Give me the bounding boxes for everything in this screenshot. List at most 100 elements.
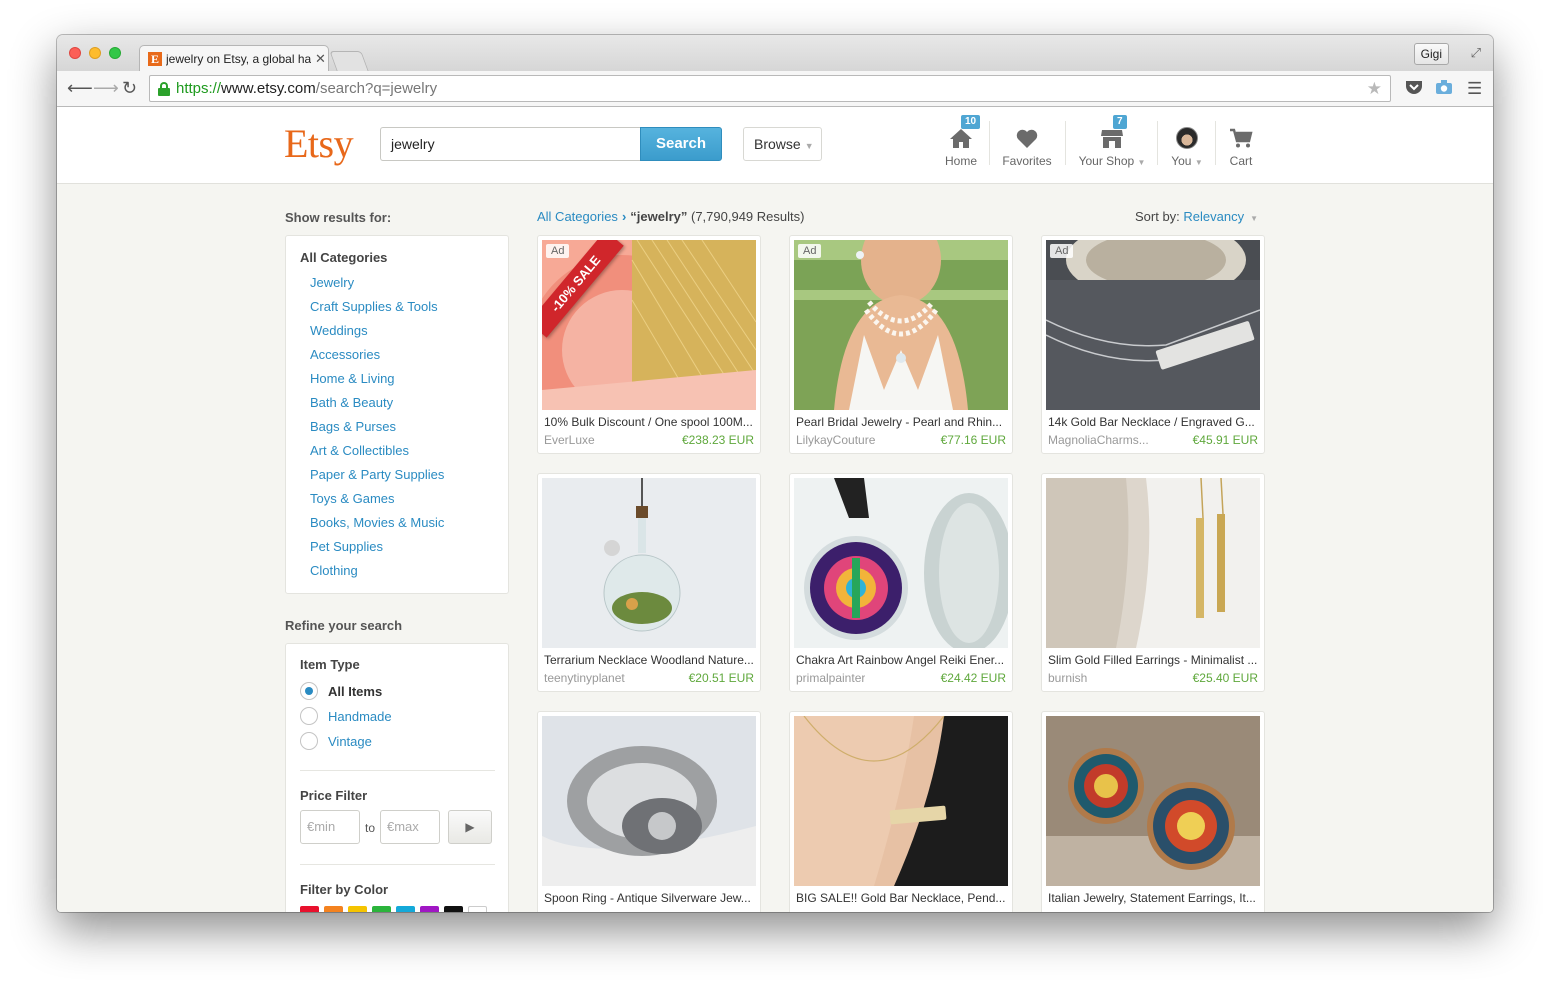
category-link[interactable]: Toys & Games <box>310 491 395 506</box>
profile-button[interactable]: Gigi <box>1413 43 1449 65</box>
color-swatch-green[interactable] <box>372 906 391 912</box>
nav-favorites[interactable]: Favorites <box>1001 121 1053 168</box>
color-swatch-red[interactable] <box>300 906 319 912</box>
color-swatch-blue[interactable] <box>396 906 415 912</box>
menu-hamburger-icon[interactable]: ☰ <box>1467 79 1482 99</box>
radio-all-items[interactable]: All Items <box>300 682 382 700</box>
listing-image[interactable] <box>542 478 756 648</box>
search-button[interactable]: Search <box>640 127 722 161</box>
listing-card[interactable]: Spoon Ring - Antique Silverware Jew... <box>537 711 761 912</box>
new-tab-button[interactable] <box>329 51 369 71</box>
category-link[interactable]: Paper & Party Supplies <box>310 467 444 482</box>
search-input[interactable]: jewelry <box>380 127 641 161</box>
listing-title[interactable]: Pearl Bridal Jewelry - Pearl and Rhin... <box>796 415 1008 429</box>
browser-tab[interactable]: E jewelry on Etsy, a global handmade ✕ <box>139 45 329 72</box>
radio-button[interactable] <box>300 707 318 725</box>
listing-image[interactable]: Ad <box>1046 240 1260 410</box>
listing-title[interactable]: BIG SALE!! Gold Bar Necklace, Pend... <box>796 891 1008 905</box>
sort-control[interactable]: Sort by: Relevancy ▼ <box>1135 209 1258 224</box>
listing-card[interactable]: Italian Jewelry, Statement Earrings, It.… <box>1041 711 1265 912</box>
radio-label: All Items <box>328 683 383 699</box>
address-bar[interactable]: https://www.etsy.com/search?q=jewelry ★ <box>149 75 1391 102</box>
listing-title[interactable]: Italian Jewelry, Statement Earrings, It.… <box>1048 891 1260 905</box>
listing-title[interactable]: 14k Gold Bar Necklace / Engraved G... <box>1048 415 1260 429</box>
listing-shop[interactable]: EverLuxe <box>544 433 595 447</box>
price-min-input[interactable]: €min <box>300 810 360 844</box>
listing-image[interactable] <box>794 716 1008 886</box>
color-swatch-purple[interactable] <box>420 906 439 912</box>
window-maximize-button[interactable] <box>109 47 121 59</box>
listing-title[interactable]: Spoon Ring - Antique Silverware Jew... <box>544 891 756 905</box>
window-minimize-button[interactable] <box>89 47 101 59</box>
listing-image[interactable] <box>1046 716 1260 886</box>
main-content: Show results for: All Categories Jewelry… <box>57 184 1493 912</box>
listing-image[interactable]: Ad <box>794 240 1008 410</box>
listing-card[interactable]: BIG SALE!! Gold Bar Necklace, Pend... <box>789 711 1013 912</box>
listing-shop[interactable]: burnish <box>1048 671 1087 685</box>
listing-title[interactable]: Chakra Art Rainbow Angel Reiki Ener... <box>796 653 1008 667</box>
item-type-heading: Item Type <box>300 657 360 672</box>
listing-image[interactable] <box>1046 478 1260 648</box>
pocket-icon[interactable] <box>1405 79 1423 99</box>
listing-title[interactable]: 10% Bulk Discount / One spool 100M... <box>544 415 756 429</box>
listing-title[interactable]: Terrarium Necklace Woodland Nature... <box>544 653 756 667</box>
forward-arrow-icon[interactable]: ⟶ <box>93 78 119 98</box>
listing-shop[interactable]: primalpainter <box>796 671 865 685</box>
color-swatch-white[interactable] <box>468 906 487 912</box>
nav-your-shop-label: Your Shop <box>1078 154 1135 168</box>
radio-button[interactable] <box>300 732 318 750</box>
listing-image[interactable] <box>794 478 1008 648</box>
chevron-down-icon: ▼ <box>804 141 814 151</box>
category-link[interactable]: Clothing <box>310 563 358 578</box>
category-link[interactable]: Accessories <box>310 347 380 362</box>
nav-home-label: Home <box>945 154 978 168</box>
category-link[interactable]: Art & Collectibles <box>310 443 409 458</box>
category-link[interactable]: Craft Supplies & Tools <box>310 299 438 314</box>
category-link[interactable]: Pet Supplies <box>310 539 383 554</box>
window-close-button[interactable] <box>69 47 81 59</box>
etsy-logo[interactable]: Etsy <box>284 120 354 167</box>
listing-image[interactable]: -10% SALE Ad <box>542 240 756 410</box>
listing-card[interactable]: Ad Pearl Bridal Jewelry - Pearl and Rhin… <box>789 235 1013 454</box>
color-swatch-yellow[interactable] <box>348 906 367 912</box>
browse-dropdown[interactable]: Browse ▼ <box>743 127 822 161</box>
category-link[interactable]: Home & Living <box>310 371 395 386</box>
nav-home[interactable]: 10 Home <box>945 115 981 168</box>
radio-button[interactable] <box>300 682 318 700</box>
price-submit-button[interactable]: ▶ <box>448 810 492 844</box>
listing-price: €77.16 EUR <box>940 433 1006 447</box>
breadcrumb-all-categories[interactable]: All Categories <box>537 209 618 224</box>
fullscreen-icon[interactable]: ⤢ <box>1471 45 1481 61</box>
category-link[interactable]: Weddings <box>310 323 368 338</box>
category-link[interactable]: Books, Movies & Music <box>310 515 444 530</box>
category-link[interactable]: Bath & Beauty <box>310 395 393 410</box>
color-swatch-black[interactable] <box>444 906 463 912</box>
radio-vintage[interactable]: Vintage <box>300 732 372 750</box>
listing-card[interactable]: Slim Gold Filled Earrings - Minimalist .… <box>1041 473 1265 692</box>
listing-shop[interactable]: LilykayCouture <box>796 433 875 447</box>
listing-image[interactable] <box>542 716 756 886</box>
nav-you[interactable]: You ▼ <box>1167 121 1207 168</box>
category-link[interactable]: Jewelry <box>310 275 354 290</box>
listing-title[interactable]: Slim Gold Filled Earrings - Minimalist .… <box>1048 653 1260 667</box>
listing-shop[interactable]: teenytinyplanet <box>544 671 625 685</box>
price-max-input[interactable]: €max <box>380 810 440 844</box>
listing-card[interactable]: Chakra Art Rainbow Angel Reiki Ener... p… <box>789 473 1013 692</box>
reload-icon[interactable]: ↻ <box>122 78 137 98</box>
back-arrow-icon[interactable]: ⟵ <box>67 78 93 98</box>
listing-shop[interactable]: MagnoliaCharms... <box>1048 433 1149 447</box>
category-link[interactable]: Bags & Purses <box>310 419 396 434</box>
sort-value[interactable]: Relevancy <box>1183 209 1244 224</box>
listing-card[interactable]: Terrarium Necklace Woodland Nature... te… <box>537 473 761 692</box>
category-all[interactable]: All Categories <box>300 250 387 265</box>
tab-close-icon[interactable]: ✕ <box>315 51 326 67</box>
listing-card[interactable]: -10% SALE Ad 10% Bulk Discount / One spo… <box>537 235 761 454</box>
listing-card[interactable]: Ad 14k Gold Bar Necklace / Engraved G...… <box>1041 235 1265 454</box>
nav-cart[interactable]: Cart <box>1225 121 1257 168</box>
radio-handmade[interactable]: Handmade <box>300 707 392 725</box>
bookmark-star-icon[interactable]: ★ <box>1367 79 1382 99</box>
listing-price: €25.40 EUR <box>1192 671 1258 685</box>
camera-icon[interactable] <box>1435 79 1453 99</box>
nav-your-shop[interactable]: 7 Your Shop ▼ <box>1077 115 1147 168</box>
color-swatch-orange[interactable] <box>324 906 343 912</box>
